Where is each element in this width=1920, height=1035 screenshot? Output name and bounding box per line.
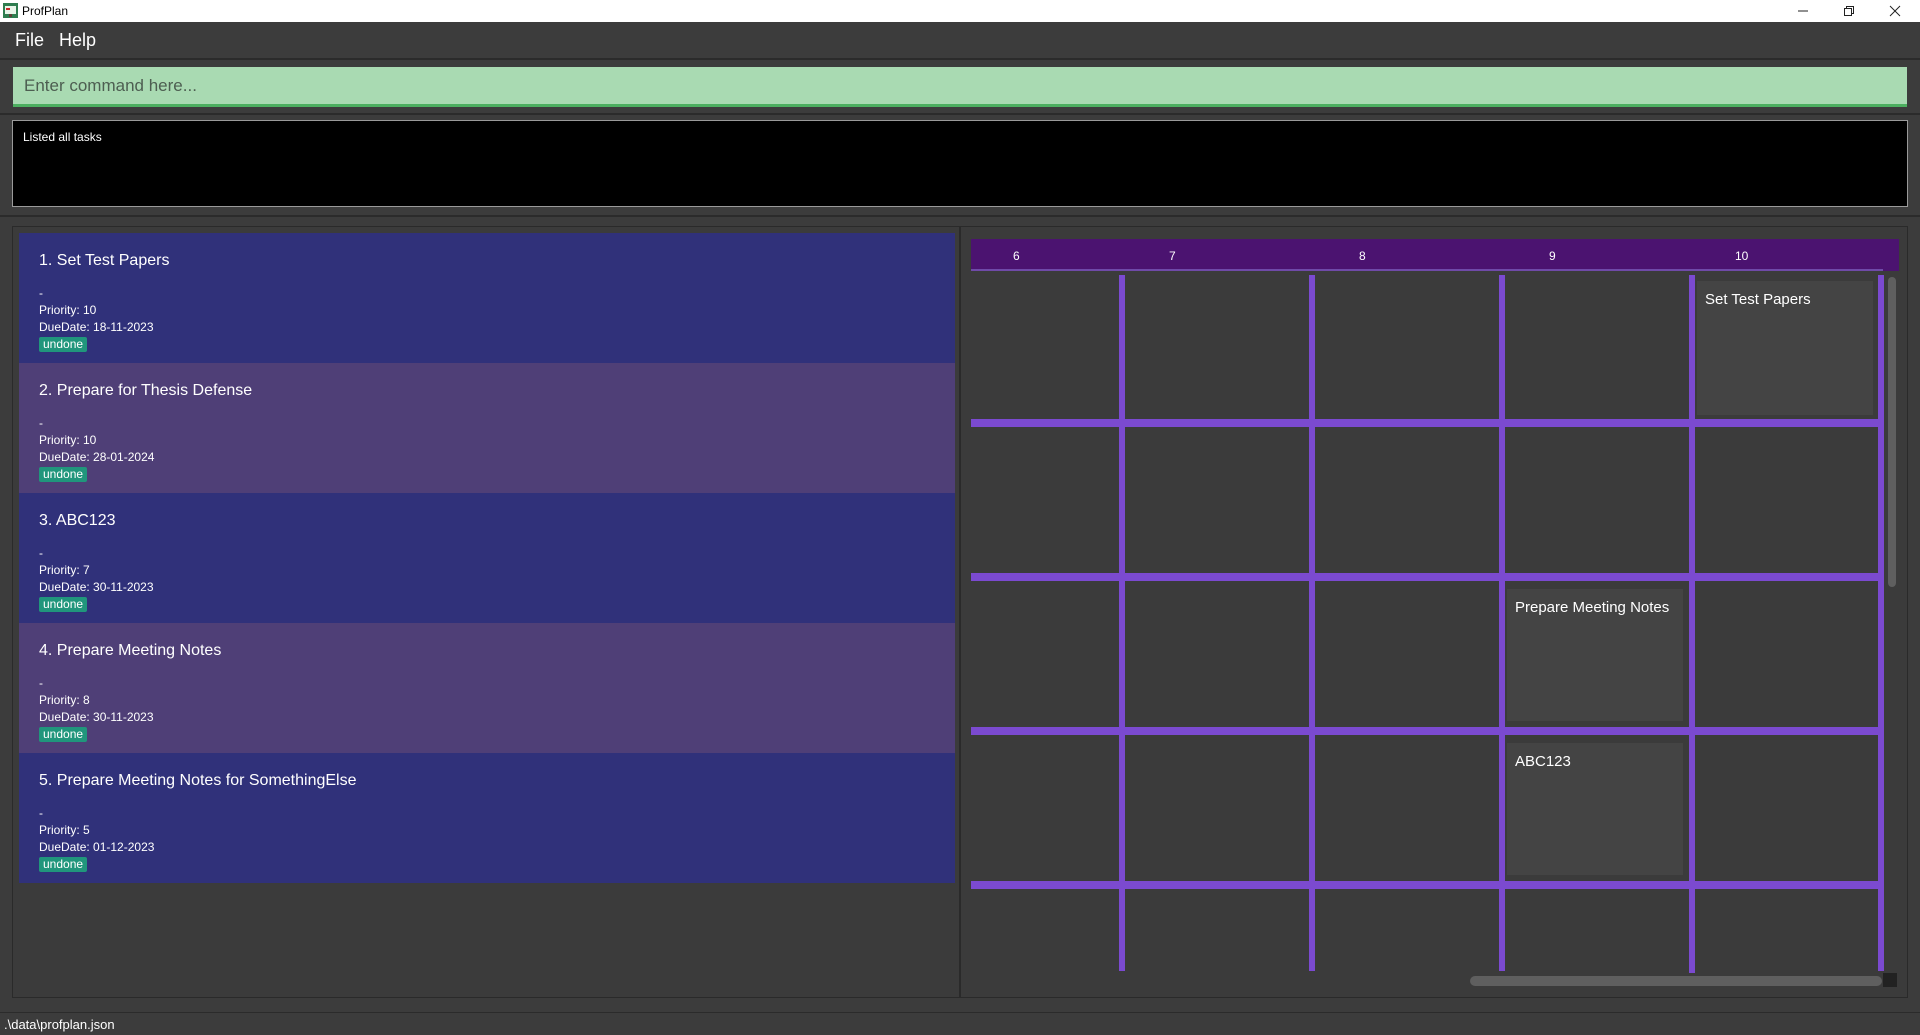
- calendar-day-label: 8: [1359, 249, 1366, 263]
- calendar-event-title: Prepare Meeting Notes: [1515, 599, 1670, 616]
- divider: [0, 58, 1920, 60]
- restore-icon: [1844, 6, 1854, 16]
- calendar-grid-line: [1119, 275, 1125, 971]
- calendar-grid-line: [971, 727, 1883, 735]
- task-title: 4. Prepare Meeting Notes: [39, 642, 222, 659]
- calendar-day-label: 6: [1013, 249, 1020, 263]
- task-due-date: DueDate: 30-11-2023: [39, 710, 154, 724]
- calendar-grid-line: [1499, 275, 1505, 971]
- window-title: ProfPlan: [22, 4, 69, 18]
- task-title: 5. Prepare Meeting Notes for SomethingEl…: [39, 772, 357, 789]
- vertical-scrollbar[interactable]: [1888, 277, 1896, 587]
- task-title: 1. Set Test Papers: [39, 252, 170, 269]
- minimize-button[interactable]: [1780, 0, 1826, 22]
- task-priority: Priority: 8: [39, 693, 90, 707]
- task-priority: Priority: 10: [39, 433, 97, 447]
- task-card[interactable]: 5. Prepare Meeting Notes for SomethingEl…: [19, 753, 955, 883]
- task-card[interactable]: 2. Prepare for Thesis Defense - Priority…: [19, 363, 955, 493]
- result-message: Listed all tasks: [23, 130, 102, 144]
- calendar-event[interactable]: Prepare Meeting Notes: [1507, 589, 1683, 721]
- task-due-date: DueDate: 28-01-2024: [39, 450, 155, 464]
- menu-bar: File Help: [0, 22, 1920, 58]
- command-input[interactable]: [13, 67, 1907, 104]
- command-box: [13, 67, 1907, 107]
- status-badge: undone: [39, 467, 88, 482]
- calendar-grid-line: [971, 881, 1883, 889]
- data-file-path: .\data\profplan.json: [4, 1017, 115, 1032]
- task-description: -: [39, 546, 43, 560]
- menu-help[interactable]: Help: [59, 30, 96, 51]
- scroll-corner: [1883, 973, 1897, 987]
- calendar-day-label: 9: [1549, 249, 1556, 263]
- task-description: -: [39, 806, 43, 820]
- divider: [0, 113, 1920, 115]
- menu-file[interactable]: File: [15, 30, 44, 51]
- task-description: -: [39, 416, 43, 430]
- calendar-grid-line: [1689, 275, 1695, 973]
- task-list-panel: 1. Set Test Papers - Priority: 10 DueDat…: [12, 226, 960, 998]
- close-button[interactable]: [1872, 0, 1918, 22]
- task-priority: Priority: 10: [39, 303, 97, 317]
- status-badge: undone: [39, 597, 88, 612]
- calendar-event[interactable]: ABC123: [1507, 743, 1683, 875]
- task-card[interactable]: 4. Prepare Meeting Notes - Priority: 8 D…: [19, 623, 955, 753]
- task-due-date: DueDate: 30-11-2023: [39, 580, 154, 594]
- calendar-day-label: 10: [1735, 249, 1749, 263]
- task-title: 3. ABC123: [39, 512, 116, 529]
- status-badge: undone: [39, 337, 88, 352]
- task-card[interactable]: 3. ABC123 - Priority: 7 DueDate: 30-11-2…: [19, 493, 955, 623]
- calendar-day-label: 7: [1169, 249, 1176, 263]
- status-badge: undone: [39, 727, 88, 742]
- calendar-header-rule: [971, 269, 1883, 271]
- calendar-grid-line: [1878, 275, 1884, 971]
- calendar-event-title: Set Test Papers: [1705, 291, 1811, 308]
- app-icon: [3, 3, 18, 18]
- calendar-event[interactable]: Set Test Papers: [1697, 281, 1873, 415]
- calendar-panel: 6 7 8 9 10 Set Test Papers Prepare Meeti…: [960, 226, 1908, 998]
- task-description: -: [39, 676, 43, 690]
- task-priority: Priority: 7: [39, 563, 90, 577]
- result-display: Listed all tasks: [12, 120, 1908, 207]
- task-priority: Priority: 5: [39, 823, 90, 837]
- title-bar: ProfPlan: [0, 0, 1920, 22]
- task-due-date: DueDate: 01-12-2023: [39, 840, 155, 854]
- calendar-header: 6 7 8 9 10: [971, 239, 1899, 271]
- task-description: -: [39, 286, 43, 300]
- status-bar: .\data\profplan.json: [0, 1012, 1920, 1035]
- task-title: 2. Prepare for Thesis Defense: [39, 382, 253, 399]
- divider: [0, 215, 1920, 217]
- calendar-grid-line: [1309, 275, 1315, 971]
- close-icon: [1889, 5, 1901, 17]
- restore-button[interactable]: [1826, 0, 1872, 22]
- status-badge: undone: [39, 857, 88, 872]
- calendar-grid-line: [971, 419, 1883, 427]
- task-card[interactable]: 1. Set Test Papers - Priority: 10 DueDat…: [19, 233, 955, 363]
- task-due-date: DueDate: 18-11-2023: [39, 320, 154, 334]
- calendar-event-title: ABC123: [1515, 753, 1571, 770]
- minimize-icon: [1798, 10, 1808, 12]
- horizontal-scrollbar[interactable]: [1470, 976, 1882, 986]
- calendar-grid-line: [971, 573, 1883, 581]
